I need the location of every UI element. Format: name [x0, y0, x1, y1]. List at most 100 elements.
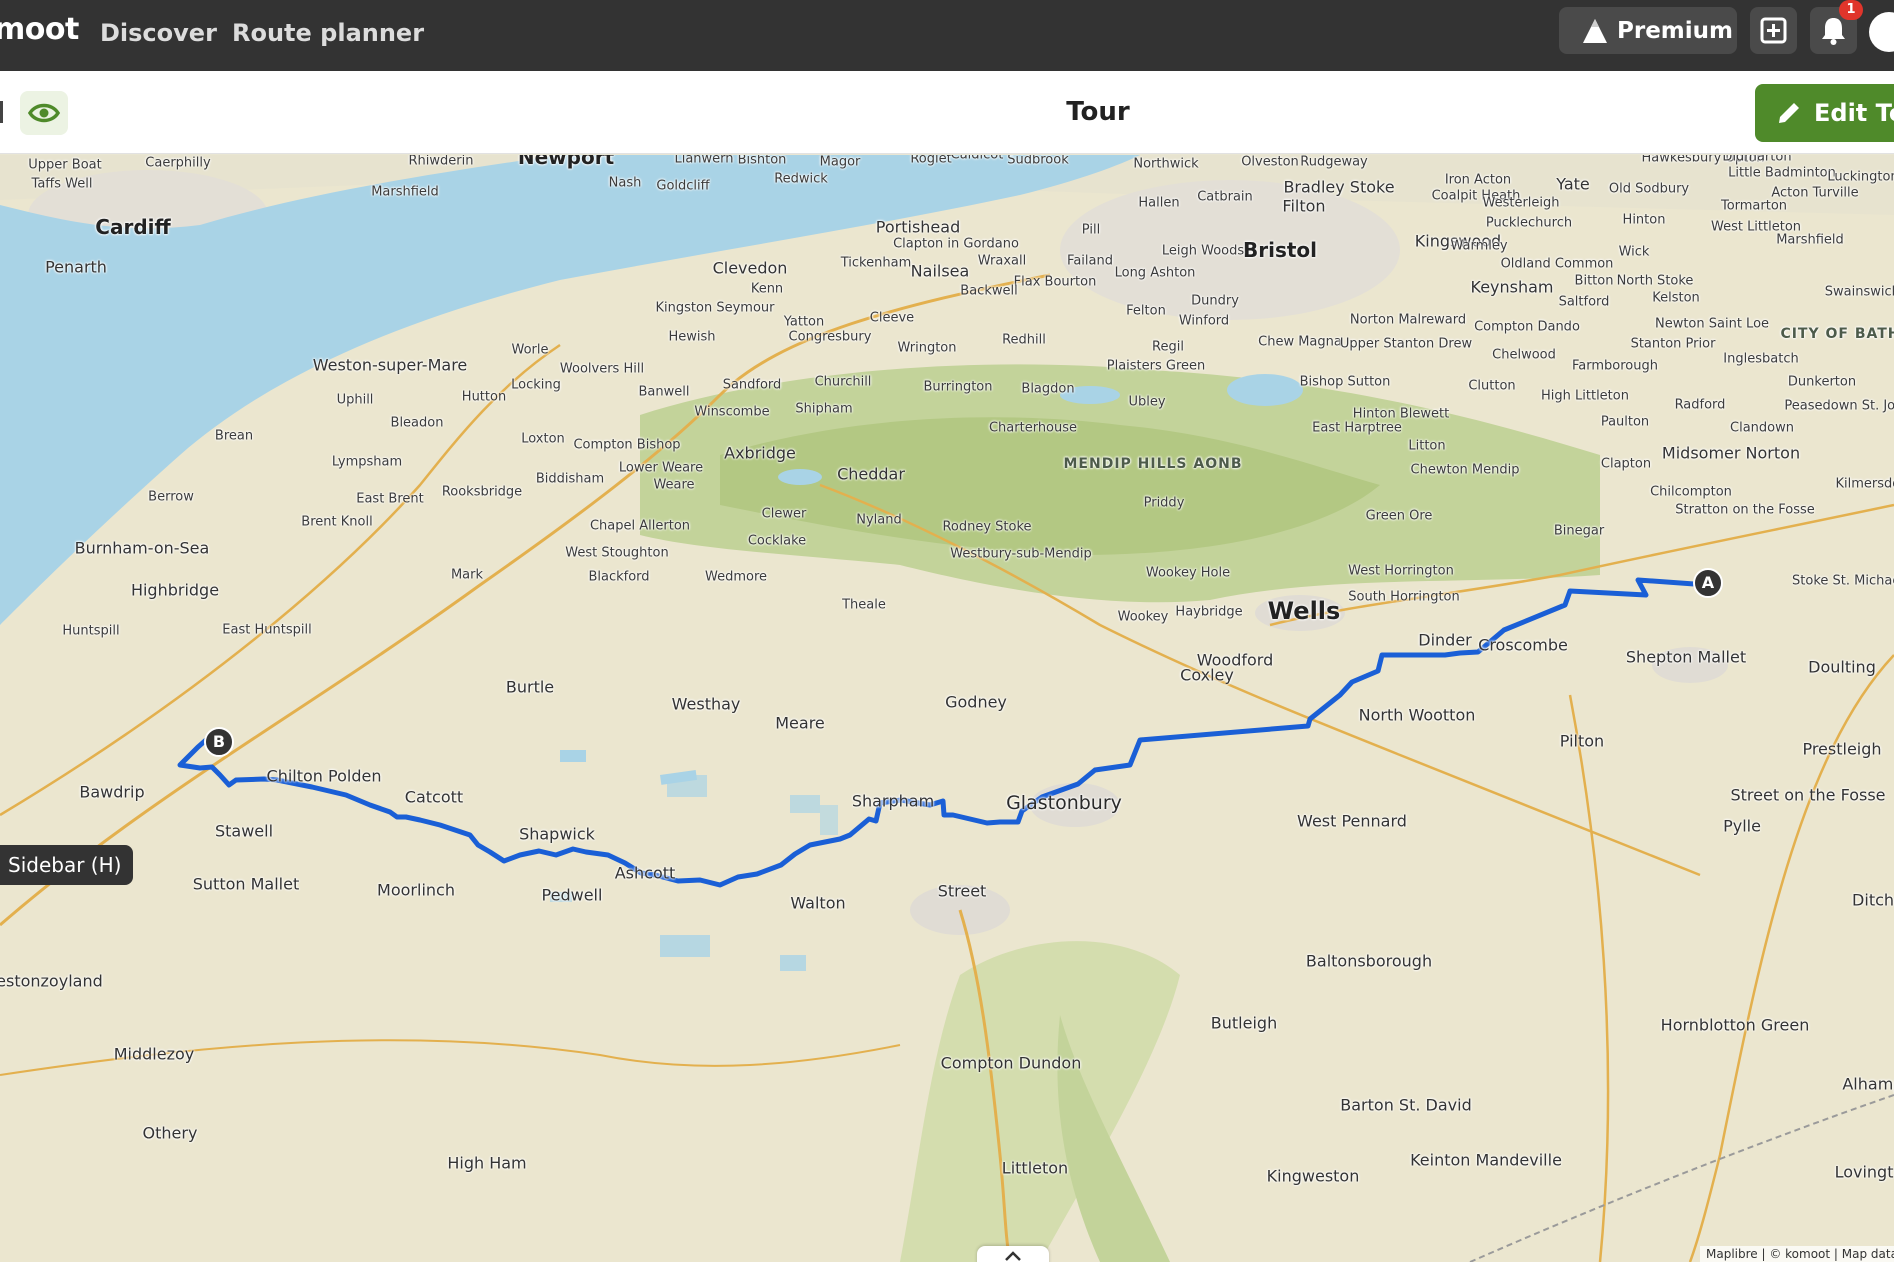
place-label: Bristol [1242, 238, 1318, 262]
place-label: Cocklake [747, 533, 807, 549]
nav-discover[interactable]: Discover [100, 19, 217, 47]
place-label: Penarth [45, 257, 107, 277]
start-marker[interactable]: A [1693, 568, 1723, 598]
place-label: Redwick [774, 171, 828, 187]
place-label: North Stoke [1616, 273, 1694, 289]
place-label: Long Ashton [1114, 265, 1196, 281]
place-label: Nyland [856, 512, 902, 528]
place-label: Cardiff [95, 215, 171, 239]
place-label: Pilton [1559, 731, 1605, 751]
place-label: Kingweston [1266, 1166, 1360, 1186]
tour-header-bar: Tour Edit Tour [0, 71, 1894, 154]
place-label: Doulting [1808, 657, 1876, 677]
place-label: Didmarton [1722, 155, 1792, 165]
place-label: Farmborough [1572, 358, 1658, 374]
place-label: Magor [819, 155, 861, 170]
place-label: Bleadon [390, 415, 444, 431]
place-label: Street on the Fosse [1730, 785, 1886, 805]
place-label: Marshfield [371, 184, 439, 200]
place-label: Failand [1067, 253, 1113, 269]
place-label: Butleigh [1210, 1013, 1278, 1033]
place-label: Rudgeway [1300, 155, 1368, 170]
place-label: Nash [608, 175, 642, 191]
komoot-logo[interactable]: moot [0, 12, 79, 47]
place-label: Shipham [795, 401, 853, 417]
place-label: Clapton in Gordano [893, 236, 1019, 252]
place-label: Caldicot [950, 155, 1004, 163]
place-label: Othery [142, 1123, 198, 1143]
place-label: Westerleigh [1482, 195, 1560, 211]
place-label: Goldcliff [656, 178, 710, 194]
place-label: Locking [511, 377, 561, 393]
place-label: Loxton [521, 431, 565, 447]
place-label: Berrow [148, 489, 194, 505]
place-label: Pedwell [541, 885, 603, 905]
place-label: Nailsea [910, 261, 970, 281]
place-label: Brean [214, 428, 254, 444]
place-label: Kingston Seymour [655, 300, 775, 316]
place-label: Mark [450, 567, 484, 583]
place-label: Charterhouse [988, 420, 1078, 436]
place-label: Regil [1152, 339, 1184, 355]
place-label: Wraxall [977, 253, 1027, 269]
place-label: Clewer [761, 506, 807, 522]
place-label: Yate [1556, 174, 1590, 194]
edit-tour-button[interactable]: Edit Tour [1755, 84, 1894, 142]
place-label: Marshfield [1776, 232, 1844, 248]
nav-route-planner[interactable]: Route planner [232, 19, 424, 47]
place-label: Cleeve [869, 310, 915, 326]
chevron-up-icon [1005, 1251, 1021, 1261]
mountain-icon [1583, 19, 1607, 43]
place-label: Pill [1081, 222, 1101, 238]
place-label: South Horrington [1348, 589, 1460, 605]
map-canvas[interactable]: Cardiff Caerphilly Upper Boat Taffs Well Rhi… [0, 155, 1894, 1262]
place-label: West Horrington [1348, 563, 1454, 579]
place-label: Middlezoy [113, 1044, 195, 1064]
place-label: Saltford [1558, 294, 1610, 310]
place-label: Inglesbatch [1723, 351, 1799, 367]
notification-count-badge: 1 [1839, 0, 1863, 20]
place-label: High Littleton [1541, 388, 1629, 404]
place-label: Sutton Mallet [192, 874, 300, 894]
place-label: Dundry [1191, 293, 1239, 309]
place-label: Axbridge [724, 443, 796, 463]
create-button[interactable] [1750, 7, 1797, 54]
place-label: Norton Malreward [1349, 312, 1467, 328]
place-label: Alhampton [1842, 1074, 1894, 1094]
place-label: Weare [653, 477, 695, 493]
premium-button[interactable]: Premium [1559, 7, 1737, 54]
place-label: Lovington [1834, 1162, 1894, 1182]
end-marker[interactable]: B [204, 727, 234, 757]
place-label: Rooksbridge [441, 484, 523, 500]
place-label: Midsomer Norton [1661, 443, 1801, 463]
place-label: Burtle [505, 677, 555, 697]
place-label: East Brent [356, 491, 424, 507]
place-label: Old Sodbury [1608, 181, 1690, 197]
place-label: Filton [1282, 196, 1326, 216]
plus-square-icon [1760, 17, 1787, 44]
place-label: High Ham [447, 1153, 527, 1173]
premium-label: Premium [1617, 18, 1733, 44]
place-label: Hornblotton Green [1660, 1015, 1810, 1035]
expand-panel-button[interactable] [977, 1246, 1049, 1262]
place-label: Godney [945, 692, 1007, 712]
place-label: Hewish [668, 329, 716, 345]
place-label: Dinder [1418, 630, 1472, 650]
place-label: Plaisters Green [1106, 358, 1206, 374]
place-label: Leigh Woods [1161, 243, 1245, 259]
place-label: Compton Dando [1474, 319, 1580, 335]
top-navigation-bar: moot Discover Route planner Premium 1 [0, 0, 1894, 71]
place-label: Bradley Stoke [1283, 177, 1395, 197]
place-label: Banwell [638, 384, 690, 400]
place-label: Northwick [1133, 156, 1199, 172]
place-label: Hinton [1622, 212, 1666, 228]
sidebar-shortcut-tooltip: Sidebar (H) [0, 845, 134, 885]
avatar[interactable] [1869, 12, 1894, 52]
place-label: Westbury-sub-Mendip [950, 546, 1092, 562]
place-label: Stratton on the Fosse [1675, 502, 1815, 518]
place-label: Flax Bourton [1013, 274, 1097, 290]
place-label: Churchill [814, 374, 872, 390]
place-label: Bishop Sutton [1299, 374, 1391, 390]
place-label: Clandown [1730, 420, 1794, 436]
place-label: Wedmore [704, 569, 768, 585]
